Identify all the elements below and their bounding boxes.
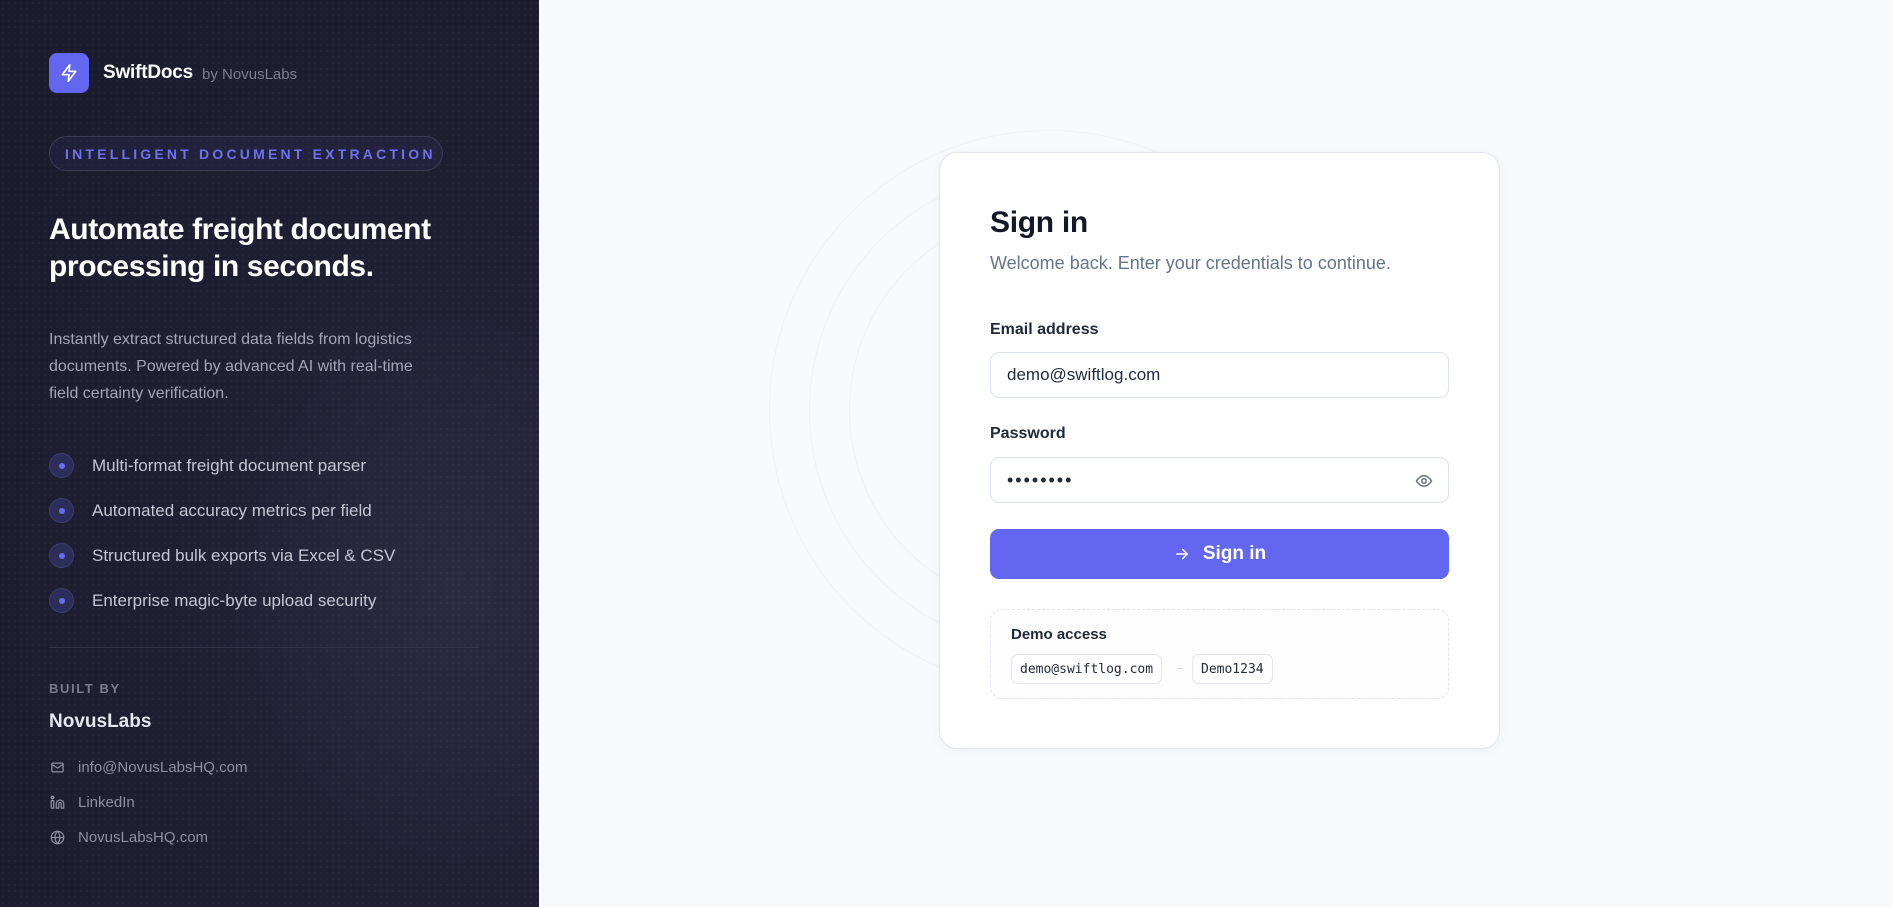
contact-label: LinkedIn [78, 794, 135, 811]
password-label: Password [990, 425, 1066, 442]
demo-access-title: Demo access [1011, 626, 1107, 643]
hero-description: Instantly extract structured data fields… [49, 331, 413, 402]
feature-list: Multi-format freight document parser Aut… [49, 443, 395, 623]
eye-icon[interactable] [1414, 471, 1434, 491]
signin-subtitle: Welcome back. Enter your credentials to … [990, 253, 1391, 273]
contact-list: info@NovusLabsHQ.com LinkedIn NovusLabsH… [49, 750, 247, 855]
contact-linkedin-link[interactable]: LinkedIn [49, 785, 247, 820]
contact-label: info@NovusLabsHQ.com [78, 759, 248, 776]
feature-label: Automated accuracy metrics per field [92, 500, 372, 520]
sign-in-button-label: Sign in [1202, 543, 1267, 564]
feature-item: Enterprise magic-byte upload security [49, 578, 395, 623]
signin-card: Sign in Welcome back. Enter your credent… [939, 152, 1500, 749]
feature-item: Structured bulk exports via Excel & CSV [49, 533, 395, 578]
feature-item: Multi-format freight document parser [49, 443, 395, 488]
chip-separator [1177, 668, 1183, 669]
password-field[interactable] [990, 457, 1449, 503]
hero-headline: Automate freight document processing in … [49, 213, 431, 283]
contact-email-link[interactable]: info@NovusLabsHQ.com [49, 750, 247, 785]
brand: SwiftDocs by NovusLabs [49, 53, 297, 93]
built-by-label: BUILT BY [49, 681, 121, 696]
sign-in-button[interactable]: Sign in [990, 529, 1449, 579]
demo-password-chip[interactable]: Demo1234 [1192, 654, 1273, 684]
demo-email-chip[interactable]: demo@swiftlog.com [1011, 654, 1163, 684]
feature-label: Enterprise magic-byte upload security [92, 590, 377, 610]
linkedin-icon [49, 795, 65, 811]
feature-label: Multi-format freight document parser [92, 455, 366, 475]
feature-label: Structured bulk exports via Excel & CSV [92, 545, 396, 565]
mail-icon [49, 760, 65, 776]
divider [49, 647, 479, 648]
email-field[interactable] [990, 352, 1449, 398]
brand-name: SwiftDocs [103, 62, 194, 83]
bolt-icon [49, 53, 89, 93]
bullet-dot-icon [49, 453, 74, 478]
arrow-right-icon [1173, 545, 1191, 563]
bullet-dot-icon [49, 588, 74, 613]
demo-access-box: Demo access demo@swiftlog.com Demo1234 [990, 609, 1449, 699]
contact-website-link[interactable]: NovusLabsHQ.com [49, 820, 247, 855]
globe-icon [49, 830, 65, 846]
signin-title: Sign in [990, 206, 1088, 239]
company-name: NovusLabs [49, 711, 152, 732]
brand-by: by NovusLabs [202, 66, 298, 83]
marketing-panel: SwiftDocs by NovusLabs INTELLIGENT DOCUM… [0, 0, 539, 907]
bullet-dot-icon [49, 543, 74, 568]
contact-label: NovusLabsHQ.com [78, 829, 209, 846]
email-label: Email address [990, 321, 1099, 338]
bullet-dot-icon [49, 498, 74, 523]
feature-item: Automated accuracy metrics per field [49, 488, 395, 533]
tagline-badge: INTELLIGENT DOCUMENT EXTRACTION [49, 136, 443, 171]
